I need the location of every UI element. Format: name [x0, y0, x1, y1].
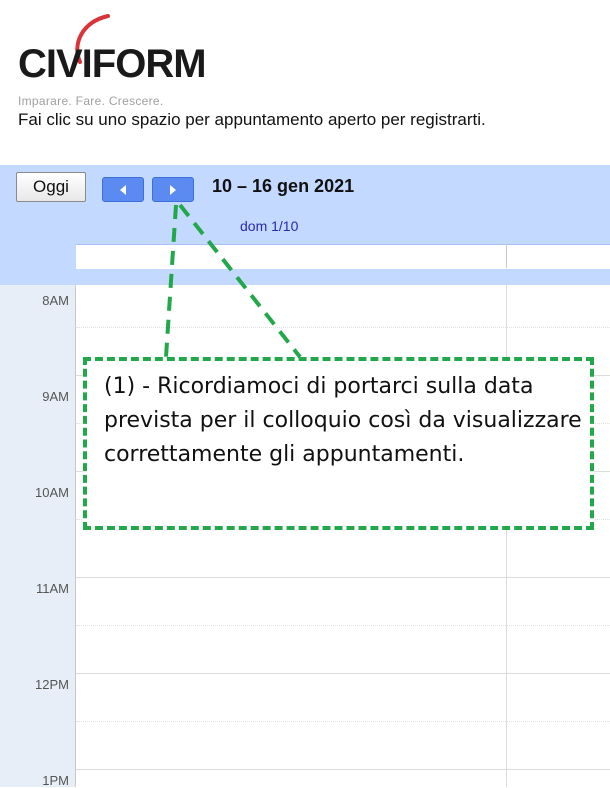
time-gutter: 8AM 9AM 10AM 11AM 12PM 1PM: [0, 285, 76, 788]
hour-label: 11AM: [36, 581, 69, 596]
tagline: Imparare. Fare. Crescere.: [18, 94, 164, 108]
hour-label: 1PM: [42, 773, 69, 788]
date-range-label: 10 – 16 gen 2021: [212, 176, 355, 196]
half-hour-line: [76, 625, 610, 626]
instruction-text: Fai clic su uno spazio per appuntamento …: [18, 110, 486, 129]
chevron-right-icon: [170, 184, 176, 195]
hour-line: [76, 577, 610, 578]
hour-label: 12PM: [35, 677, 69, 692]
next-week-button[interactable]: [152, 177, 194, 202]
previous-week-button[interactable]: [102, 177, 144, 202]
hour-line: [76, 673, 610, 674]
hour-label: 9AM: [42, 389, 69, 404]
column-divider: [506, 244, 507, 268]
today-button[interactable]: Oggi: [16, 172, 86, 202]
civiform-logo: CIVIFORM: [18, 14, 258, 94]
hour-label: 10AM: [35, 485, 69, 500]
chevron-left-icon: [120, 184, 126, 195]
annotation-text: (1) - Ricordiamoci di portarci sulla dat…: [104, 374, 582, 467]
hour-line: [76, 769, 610, 770]
half-hour-line: [76, 721, 610, 722]
hour-label: 8AM: [42, 293, 69, 308]
logo-text: CIVIFORM: [18, 42, 207, 86]
all-day-row[interactable]: [76, 244, 610, 269]
half-hour-line: [76, 327, 610, 328]
day-column-header[interactable]: dom 1/10: [240, 218, 298, 234]
